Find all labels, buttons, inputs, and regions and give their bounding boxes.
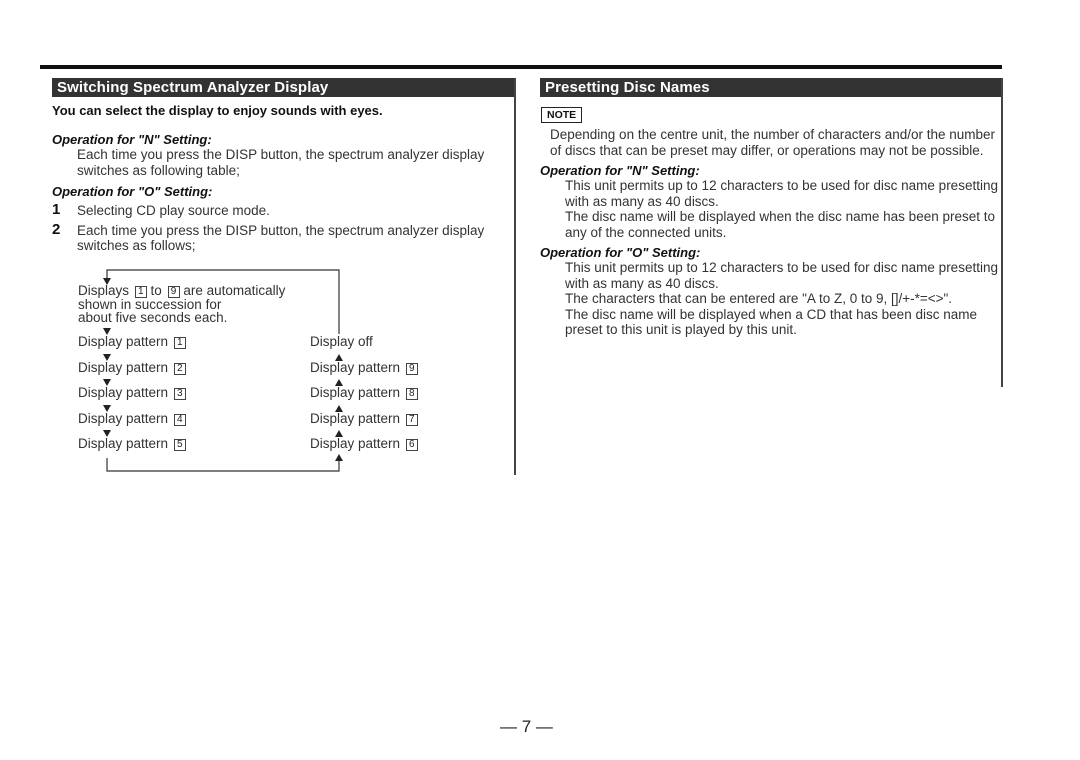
pattern-item: Display pattern 7 [310,411,418,426]
top-rule [40,65,1002,69]
boxed-number: 7 [405,414,418,426]
step-1: 1 Selecting CD play source mode. [52,201,514,219]
section-title-disc-names: Presetting Disc Names [540,78,1001,97]
op-n-text: Each time you press the DISP button, the… [77,147,485,178]
pattern-item: Display pattern 4 [78,411,186,426]
boxed-number: 1 [173,337,186,349]
op-o-paragraph: This unit permits up to 12 characters to… [565,260,998,291]
pattern-item: Display pattern 9 [310,360,418,375]
pattern-item: Display pattern 8 [310,385,418,400]
auto-text-part: are automatically [183,283,286,298]
lead-text: You can select the display to enjoy soun… [52,103,383,118]
op-o-heading: Operation for "O" Setting: [52,184,213,199]
auto-text-line: about five seconds each. [78,310,228,325]
note-badge: NOTE [541,107,583,123]
loop-bottom-line [106,458,340,472]
section-title-spectrum: Switching Spectrum Analyzer Display [52,78,514,97]
note-text: Depending on the centre unit, the number… [550,127,996,158]
auto-text-part: Displays [78,283,130,298]
op-n-heading: Operation for "N" Setting: [52,132,212,147]
op-n-heading: Operation for "N" Setting: [540,163,700,178]
step-number: 1 [52,201,61,218]
pattern-item: Display pattern 6 [310,436,418,451]
auto-display-note: Displays 1 to 9 are automatically shown … [78,283,286,325]
boxed-number: 2 [173,363,186,375]
pattern-item: Display pattern 1 [78,334,186,349]
op-n-paragraph: The disc name will be displayed when the… [565,209,995,240]
step-number: 2 [52,220,61,238]
pattern-item: Display pattern 5 [78,436,186,451]
pattern-item: Display pattern 2 [78,360,186,375]
step-2: 2 Each time you press the DISP button, t… [52,220,514,254]
display-off-item: Display off [310,334,373,349]
step-text: Selecting CD play source mode. [77,203,270,218]
boxed-number: 9 [405,363,418,375]
arrow-up-icon [335,454,343,461]
boxed-number: 5 [173,439,186,451]
op-o-heading: Operation for "O" Setting: [540,245,701,260]
pattern-item: Display pattern 3 [78,385,186,400]
step-text: Each time you press the DISP button, the… [77,222,485,254]
boxed-number: 6 [405,439,418,451]
op-n-paragraph: This unit permits up to 12 characters to… [565,178,998,209]
auto-text-part: to [150,283,162,298]
page-number: — 7 — [500,717,553,736]
right-section: Presetting Disc Names NOTE Depending on … [540,78,1003,387]
display-flow-diagram: Displays 1 to 9 are automatically shown … [52,265,492,477]
boxed-number: 3 [173,388,186,400]
boxed-number: 4 [173,414,186,426]
op-o-paragraph: The characters that can be entered are "… [565,291,953,306]
boxed-number: 8 [405,388,418,400]
op-o-paragraph: The disc name will be displayed when a C… [565,306,977,338]
